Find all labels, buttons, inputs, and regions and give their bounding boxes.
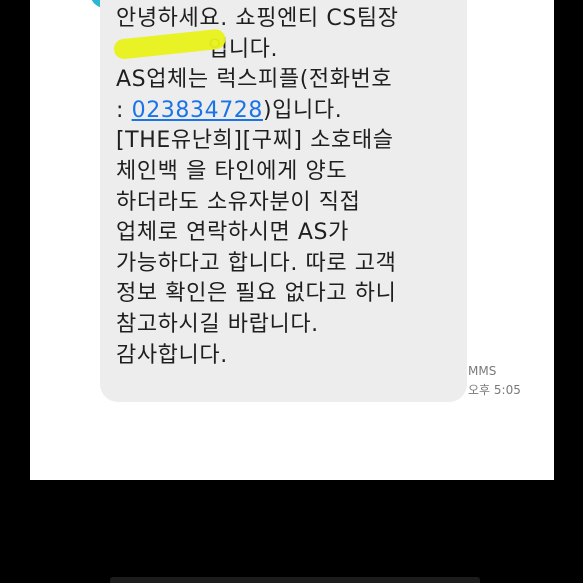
message-line-5: [THE유난희][구찌] 소호태슬	[116, 128, 394, 154]
message-line-8: 업체로 연락하시면 AS가	[116, 220, 349, 246]
message-line-1: 안녕하세요. 쇼핑엔티 CS팀장	[116, 6, 399, 31]
message-type-label: MMS	[468, 364, 497, 378]
message-meta: MMS 오후 5:05	[468, 362, 521, 400]
message-line-9: 가능하다고 합니다. 따로 고객	[116, 250, 397, 276]
message-line-12: 감사합니다.	[116, 342, 228, 368]
message-line-6: 체인백 을 타인에게 양도	[116, 158, 348, 184]
message-line-7: 하더라도 소유자분이 직접	[116, 189, 361, 215]
message-line-4: : 023834728)입니다.	[116, 96, 399, 127]
message-line-11: 참고하시길 바랍니다.	[116, 311, 319, 337]
message-text: 안녕하세요. 쇼핑엔티 CS팀장 입니다. AS업체는 럭스피플(전화번호 : …	[116, 4, 399, 371]
message-line-4-prefix: :	[116, 97, 132, 123]
message-timestamp: 오후 5:05	[468, 383, 521, 397]
phone-number-link[interactable]: 023834728	[132, 98, 263, 123]
message-line-10: 정보 확인은 필요 없다고 하니	[116, 281, 397, 307]
message-line-3: AS업체는 럭스피플(전화번호	[116, 67, 393, 93]
message-line-4-suffix: )입니다.	[262, 97, 343, 123]
message-screen: 안녕하세요. 쇼핑엔티 CS팀장 입니다. AS업체는 럭스피플(전화번호 : …	[30, 0, 554, 480]
bottom-bar	[110, 577, 480, 583]
